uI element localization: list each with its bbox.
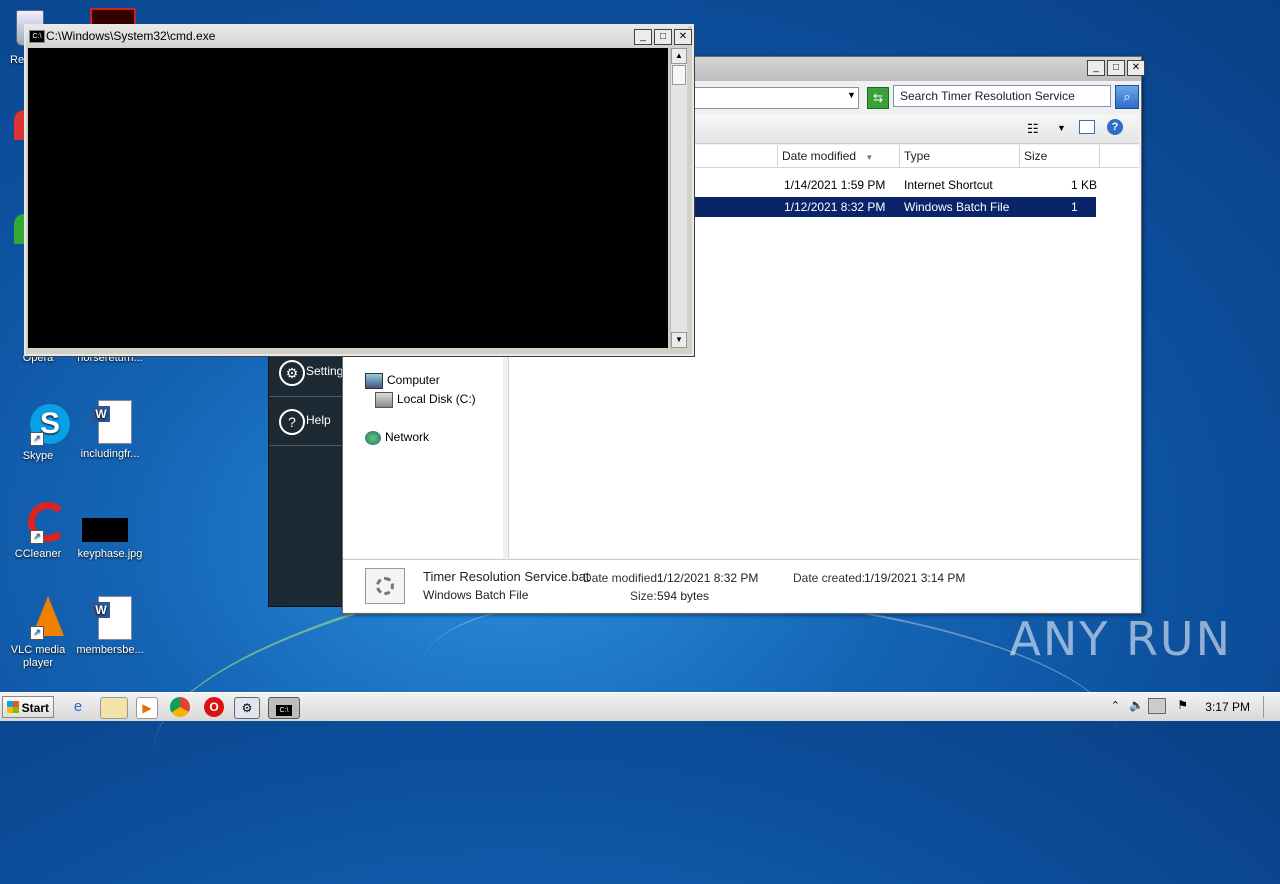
shortcut-arrow-icon: ↗ — [30, 432, 44, 446]
minimize-button[interactable]: _ — [634, 29, 652, 45]
preview-pane-icon[interactable] — [1079, 120, 1095, 134]
details-size: 594 bytes — [657, 589, 710, 603]
taskbar: Start e ▶ O ⚙ C:\ ⌃ 🔈 ⚑ 3:17 PM — [0, 692, 1280, 721]
minimize-button[interactable]: _ — [1087, 60, 1105, 76]
question-icon: ? — [279, 409, 305, 435]
cmd-title: C:\Windows\System32\cmd.exe — [46, 29, 216, 43]
desktop-icon-membersbe[interactable]: W membersbe... — [72, 596, 148, 657]
desktop-icon-ccleaner[interactable]: ↗ CCleaner — [0, 500, 76, 561]
help-icon[interactable]: ? — [1107, 119, 1123, 135]
volume-icon[interactable]: 🔈 — [1129, 698, 1144, 712]
details-filetype: Windows Batch File — [423, 588, 529, 602]
help-menu-item[interactable]: ? Help — [269, 397, 347, 446]
gear-app-taskbar-icon[interactable]: ⚙ — [234, 697, 260, 719]
opera-taskbar-icon[interactable]: O — [204, 697, 224, 717]
refresh-button[interactable]: ⇆ — [867, 87, 889, 109]
network-tray-icon[interactable] — [1148, 698, 1166, 714]
windows-logo-icon — [7, 701, 19, 713]
maximize-button[interactable]: □ — [1107, 60, 1125, 76]
nav-item-local-disk[interactable]: Local Disk (C:) — [375, 392, 476, 408]
cmd-icon: C:\ — [276, 705, 292, 716]
desktop-icon-includingfr[interactable]: W includingfr... — [72, 400, 148, 461]
cmd-icon: C:\ — [29, 30, 45, 43]
batch-file-icon — [365, 568, 405, 604]
desktop-icon-vlc[interactable]: ↗ VLC media player — [0, 596, 76, 670]
word-document-icon: W — [88, 400, 132, 444]
show-desktop-button[interactable] — [1263, 696, 1276, 718]
close-button[interactable]: ✕ — [1127, 60, 1145, 76]
drive-icon — [375, 392, 393, 408]
maximize-button[interactable]: □ — [654, 29, 672, 45]
chevron-down-icon[interactable]: ▼ — [847, 90, 856, 100]
media-player-icon[interactable]: ▶ — [136, 697, 158, 719]
show-hidden-icons-icon[interactable]: ⌃ — [1111, 699, 1120, 712]
taskbar-clock[interactable]: 3:17 PM — [1205, 700, 1250, 714]
nav-item-network[interactable]: Network — [365, 430, 429, 445]
vertical-scrollbar[interactable]: ▲ ▼ — [670, 48, 687, 348]
chrome-icon[interactable] — [170, 697, 190, 717]
view-options-icon[interactable]: ☷ — [1027, 121, 1039, 137]
word-document-icon: W — [88, 596, 132, 640]
console-output[interactable] — [28, 48, 668, 348]
skype-icon: S ↗ — [16, 402, 70, 446]
cmd-window: C:\ C:\Windows\System32\cmd.exe _ □ ✕ ▲ … — [24, 24, 694, 356]
gear-icon: ⚙ — [279, 360, 305, 386]
desktop-icon-keyphase[interactable]: keyphase.jpg — [72, 500, 148, 561]
search-input[interactable]: Search Timer Resolution Service — [893, 85, 1111, 107]
shortcut-arrow-icon: ↗ — [30, 626, 44, 640]
search-icon: ⌕ — [1123, 89, 1131, 104]
search-button[interactable]: ⌕ — [1115, 85, 1139, 109]
network-icon — [365, 430, 381, 445]
scroll-thumb[interactable] — [672, 65, 686, 85]
sort-arrow-icon: ▼ — [865, 153, 874, 162]
image-file-icon — [82, 500, 132, 544]
cmd-taskbar-button[interactable]: C:\ — [268, 697, 300, 719]
close-button[interactable]: ✕ — [674, 29, 692, 45]
column-type[interactable]: Type — [899, 145, 1019, 167]
vlc-icon: ↗ — [16, 596, 64, 640]
file-row-selected[interactable]: 1/12/2021 8:32 PM Windows Batch File 1 K… — [691, 197, 1096, 234]
action-center-flag-icon[interactable]: ⚑ — [1177, 698, 1188, 712]
scroll-down-icon[interactable]: ▼ — [671, 332, 687, 348]
address-bar[interactable] — [687, 87, 859, 109]
anyrun-watermark: ANY RUN — [1009, 612, 1232, 666]
desktop-icon-skype[interactable]: S ↗ Skype — [0, 402, 76, 463]
dark-app-window: ⚙ Setting ? Help — [268, 345, 348, 607]
details-filename: Timer Resolution Service.bat — [423, 569, 590, 584]
scroll-up-icon[interactable]: ▲ — [671, 48, 687, 64]
details-date-created: 1/19/2021 3:14 PM — [864, 571, 966, 585]
ccleaner-icon: ↗ — [16, 500, 68, 544]
column-date-modified[interactable]: Date modified ▼ — [777, 145, 899, 167]
details-date-modified: 1/12/2021 8:32 PM — [657, 571, 759, 585]
chevron-down-icon[interactable]: ▼ — [1057, 123, 1066, 133]
shortcut-arrow-icon: ↗ — [30, 530, 44, 544]
column-size[interactable]: Size — [1019, 145, 1099, 167]
file-explorer-taskbar-icon[interactable] — [100, 697, 128, 719]
internet-explorer-icon[interactable]: e — [68, 697, 88, 717]
start-button[interactable]: Start — [2, 696, 54, 718]
details-pane: Timer Resolution Service.bat Windows Bat… — [343, 559, 1139, 612]
cmd-titlebar[interactable]: C:\ C:\Windows\System32\cmd.exe _ □ ✕ — [26, 26, 692, 46]
nav-item-computer[interactable]: Computer — [365, 373, 440, 389]
computer-icon — [365, 373, 383, 389]
